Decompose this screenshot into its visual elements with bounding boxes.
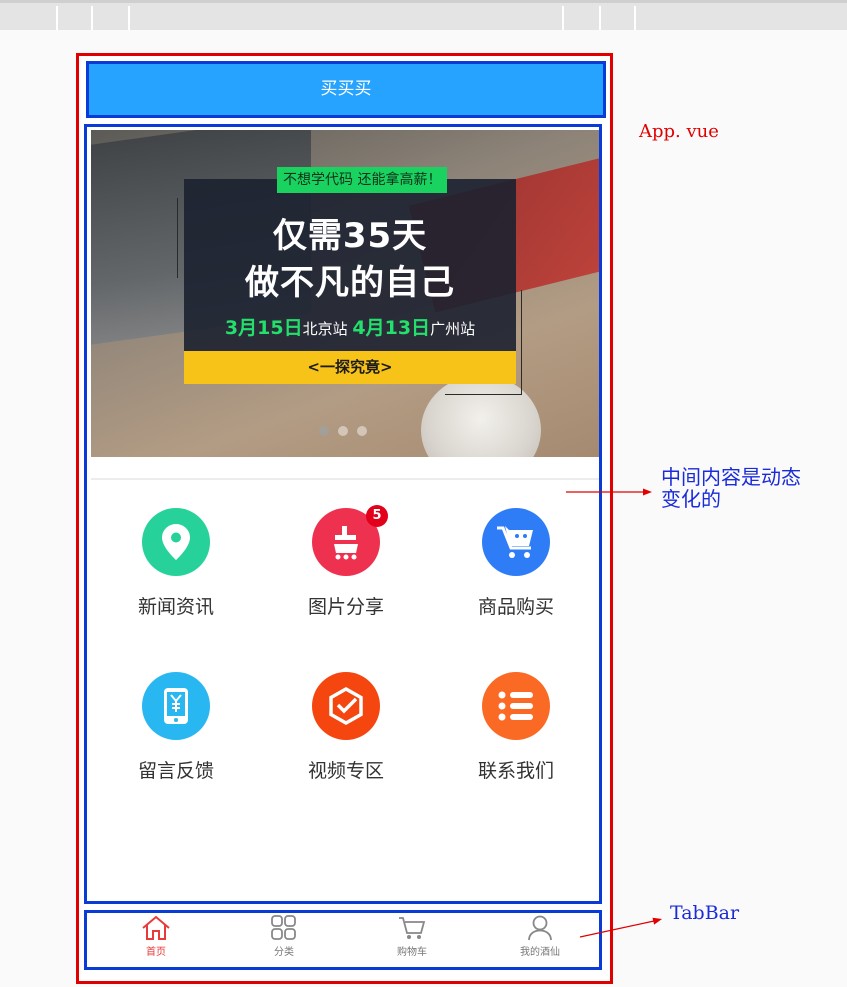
arrow-line xyxy=(579,920,655,938)
arrow-head xyxy=(643,488,652,496)
annotation-arrows xyxy=(566,488,662,938)
arrow-head xyxy=(652,917,662,925)
